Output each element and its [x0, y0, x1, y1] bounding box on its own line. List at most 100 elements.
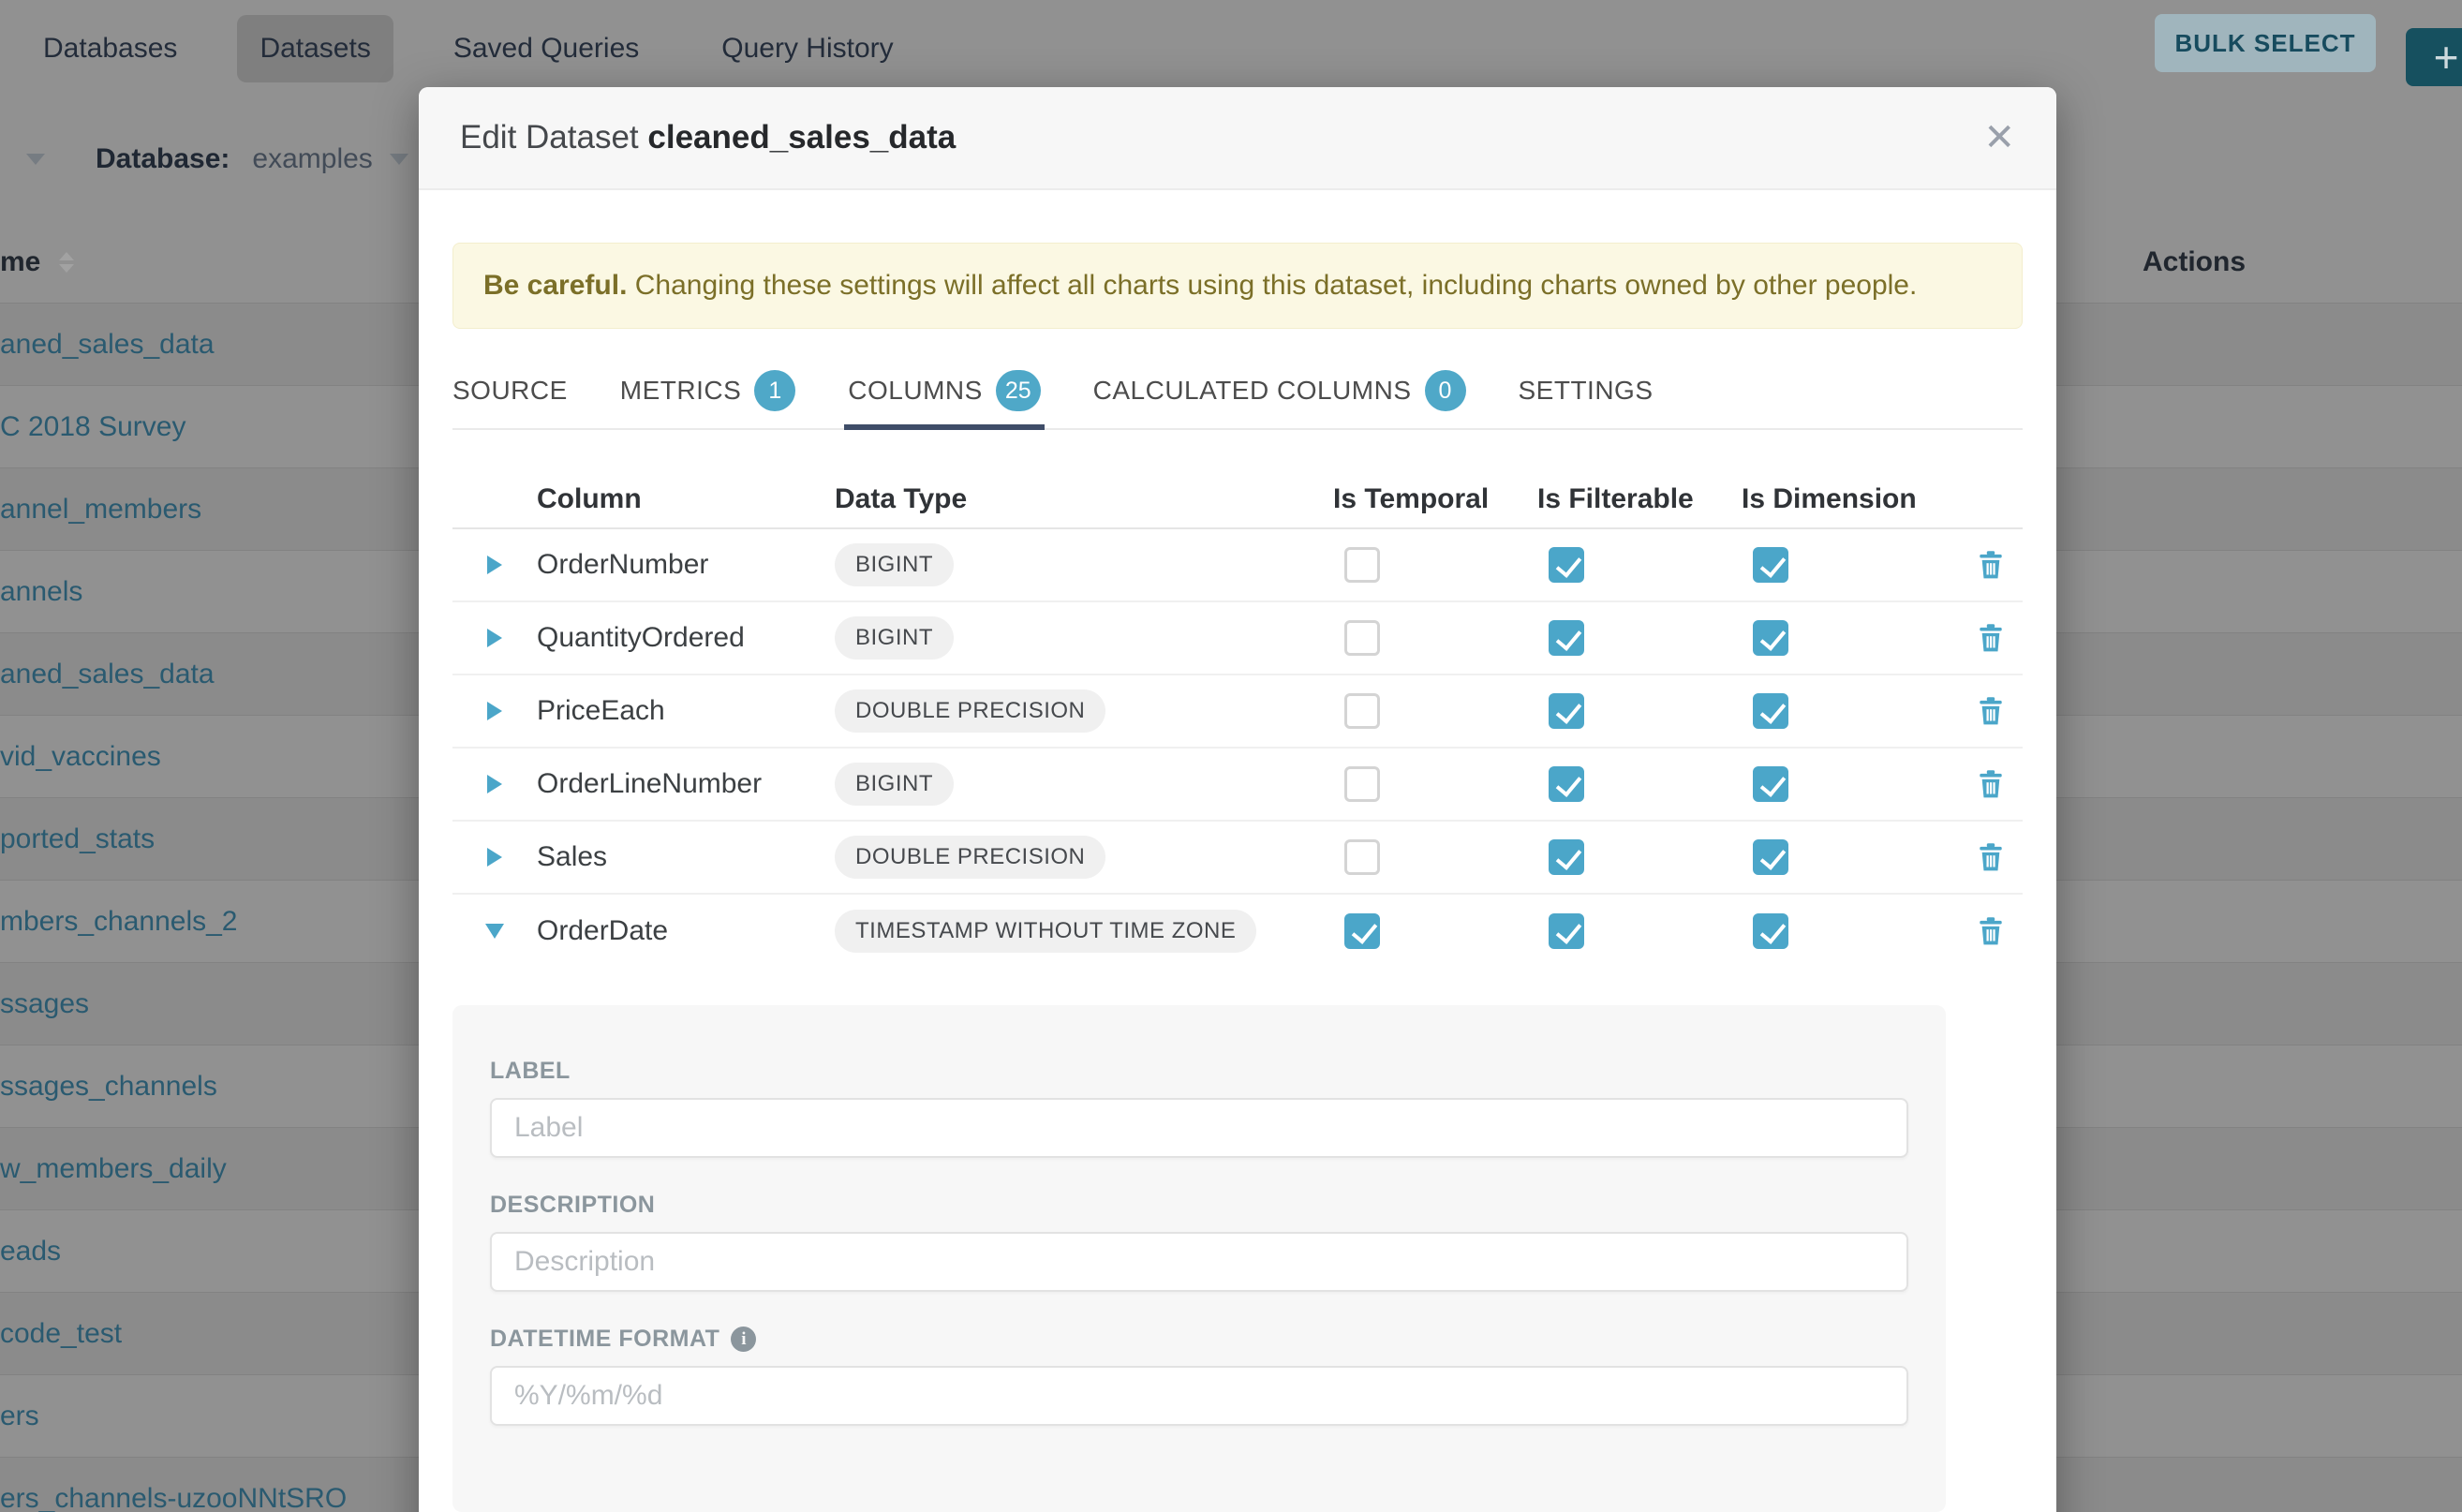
filter-bar: Database: examples — [0, 131, 408, 187]
dataset-link[interactable]: w_members_daily — [0, 1153, 227, 1185]
dataset-link[interactable]: ssages_channels — [0, 1071, 217, 1103]
is-temporal-checkbox[interactable] — [1344, 766, 1380, 802]
is-temporal-checkbox[interactable] — [1344, 839, 1380, 875]
warning-banner: Be careful. Changing these settings will… — [452, 243, 2023, 329]
nav-actions: BULK SELECT + — [0, 14, 2462, 72]
data-type-pill: TIMESTAMP WITHOUT TIME ZONE — [835, 910, 1256, 953]
header-column: Column — [537, 483, 835, 515]
delete-column-icon[interactable] — [1974, 914, 2008, 948]
modal-tab-metrics[interactable]: METRICS 1 — [620, 370, 796, 411]
header-is-filterable: Is Filterable — [1537, 483, 1742, 515]
delete-column-icon[interactable] — [1974, 548, 2008, 582]
editor-field-description: DESCRIPTION i — [490, 1192, 1908, 1292]
dataset-link[interactable]: aned_sales_data — [0, 659, 215, 690]
tab-label: CALCULATED COLUMNS — [1093, 376, 1412, 406]
database-filter-label: Database: — [96, 143, 230, 175]
is-temporal-checkbox[interactable] — [1344, 620, 1380, 656]
modal-dataset-name: cleaned_sales_data — [647, 119, 956, 156]
dataset-link[interactable]: vid_vaccines — [0, 741, 161, 773]
expand-caret-icon[interactable] — [487, 848, 502, 867]
delete-column-icon[interactable] — [1974, 840, 2008, 874]
modal-header: Edit Dataset cleaned_sales_data ✕ — [419, 87, 2056, 190]
delete-column-icon[interactable] — [1974, 767, 2008, 801]
field-input[interactable] — [490, 1366, 1908, 1426]
column-name: PriceEach — [537, 695, 665, 726]
column-row: OrderLineNumber BIGINT — [452, 749, 2023, 822]
modal-title-prefix: Edit Dataset — [460, 119, 639, 156]
modal-tab-settings[interactable]: SETTINGS — [1519, 376, 1654, 406]
is-filterable-checkbox[interactable] — [1549, 913, 1584, 949]
warning-text: Changing these settings will affect all … — [627, 270, 1917, 301]
bulk-select-button[interactable]: BULK SELECT — [2155, 14, 2376, 72]
field-input[interactable] — [490, 1232, 1908, 1292]
dataset-link[interactable]: C 2018 Survey — [0, 411, 185, 443]
dataset-link[interactable]: ssages — [0, 988, 89, 1020]
is-dimension-checkbox[interactable] — [1753, 766, 1788, 802]
delete-column-icon[interactable] — [1974, 621, 2008, 655]
chevron-down-icon[interactable] — [390, 154, 408, 165]
modal-tab-calculated-columns[interactable]: CALCULATED COLUMNS 0 — [1093, 370, 1466, 411]
dataset-link[interactable]: annel_members — [0, 494, 201, 526]
dataset-link[interactable]: aned_sales_data — [0, 329, 215, 361]
close-icon[interactable]: ✕ — [1983, 119, 2015, 156]
top-nav: DatabasesDatasetsSaved QueriesQuery Hist… — [0, 0, 2462, 97]
dataset-link[interactable]: eads — [0, 1236, 61, 1267]
dataset-link[interactable]: annels — [0, 576, 82, 608]
is-filterable-checkbox[interactable] — [1549, 766, 1584, 802]
header-is-dimension: Is Dimension — [1742, 483, 1959, 515]
column-name: OrderNumber — [537, 549, 708, 580]
column-editor-panel: LABEL i DESCRIPTION i DATETIME FORMAT i — [452, 1005, 1946, 1512]
field-label: DESCRIPTION — [490, 1192, 655, 1219]
modal-tab-source[interactable]: SOURCE — [452, 376, 568, 406]
columns-table-header: Column Data Type Is Temporal Is Filterab… — [452, 471, 2023, 529]
column-name: OrderDate — [537, 915, 668, 946]
column-row: OrderDate TIMESTAMP WITHOUT TIME ZONE — [452, 895, 2023, 968]
field-input[interactable] — [490, 1098, 1908, 1158]
modal-tab-columns[interactable]: COLUMNS 25 — [848, 370, 1040, 411]
database-filter-value[interactable]: examples — [252, 143, 372, 175]
column-name: QuantityOrdered — [537, 622, 745, 653]
is-dimension-checkbox[interactable] — [1753, 547, 1788, 583]
expand-caret-icon[interactable] — [485, 924, 504, 939]
is-filterable-checkbox[interactable] — [1549, 693, 1584, 729]
expand-caret-icon[interactable] — [487, 775, 502, 793]
sort-icon[interactable] — [59, 252, 74, 273]
is-temporal-checkbox[interactable] — [1344, 913, 1380, 949]
is-dimension-checkbox[interactable] — [1753, 839, 1788, 875]
data-type-pill: DOUBLE PRECISION — [835, 836, 1105, 879]
columns-rows: OrderNumber BIGINT QuantityOrdered BIGIN… — [452, 529, 2023, 968]
dataset-link[interactable]: code_test — [0, 1318, 122, 1350]
is-temporal-checkbox[interactable] — [1344, 693, 1380, 729]
is-dimension-checkbox[interactable] — [1753, 620, 1788, 656]
is-filterable-checkbox[interactable] — [1549, 839, 1584, 875]
data-type-pill: DOUBLE PRECISION — [835, 689, 1105, 733]
dataset-link[interactable]: mbers_channels_2 — [0, 906, 238, 938]
name-column-header[interactable]: me — [0, 246, 40, 278]
info-icon[interactable]: i — [731, 1327, 756, 1352]
expand-caret-icon[interactable] — [487, 629, 502, 647]
expand-caret-icon[interactable] — [487, 702, 502, 720]
expand-caret-icon[interactable] — [487, 556, 502, 574]
is-filterable-checkbox[interactable] — [1549, 620, 1584, 656]
is-dimension-checkbox[interactable] — [1753, 913, 1788, 949]
tab-count-badge: 1 — [754, 370, 795, 411]
dataset-link[interactable]: ported_stats — [0, 823, 155, 855]
actions-column-header: Actions — [2143, 246, 2246, 278]
dataset-link[interactable]: ers — [0, 1401, 39, 1432]
data-type-pill: BIGINT — [835, 763, 954, 806]
dataset-link[interactable]: ers_channels-uzooNNtSRO — [0, 1483, 347, 1512]
chevron-down-icon[interactable] — [26, 154, 45, 165]
modal-title: Edit Dataset cleaned_sales_data — [460, 119, 956, 156]
is-dimension-checkbox[interactable] — [1753, 693, 1788, 729]
tab-label: SOURCE — [452, 376, 568, 406]
edit-dataset-modal: Edit Dataset cleaned_sales_data ✕ Be car… — [419, 87, 2056, 1512]
add-dataset-button[interactable]: + — [2406, 28, 2462, 86]
delete-column-icon[interactable] — [1974, 694, 2008, 728]
is-filterable-checkbox[interactable] — [1549, 547, 1584, 583]
tab-label: SETTINGS — [1519, 376, 1654, 406]
is-temporal-checkbox[interactable] — [1344, 547, 1380, 583]
data-type-pill: BIGINT — [835, 616, 954, 660]
tab-count-badge: 0 — [1425, 370, 1466, 411]
columns-table: Column Data Type Is Temporal Is Filterab… — [452, 471, 2023, 968]
column-row: Sales DOUBLE PRECISION — [452, 822, 2023, 895]
